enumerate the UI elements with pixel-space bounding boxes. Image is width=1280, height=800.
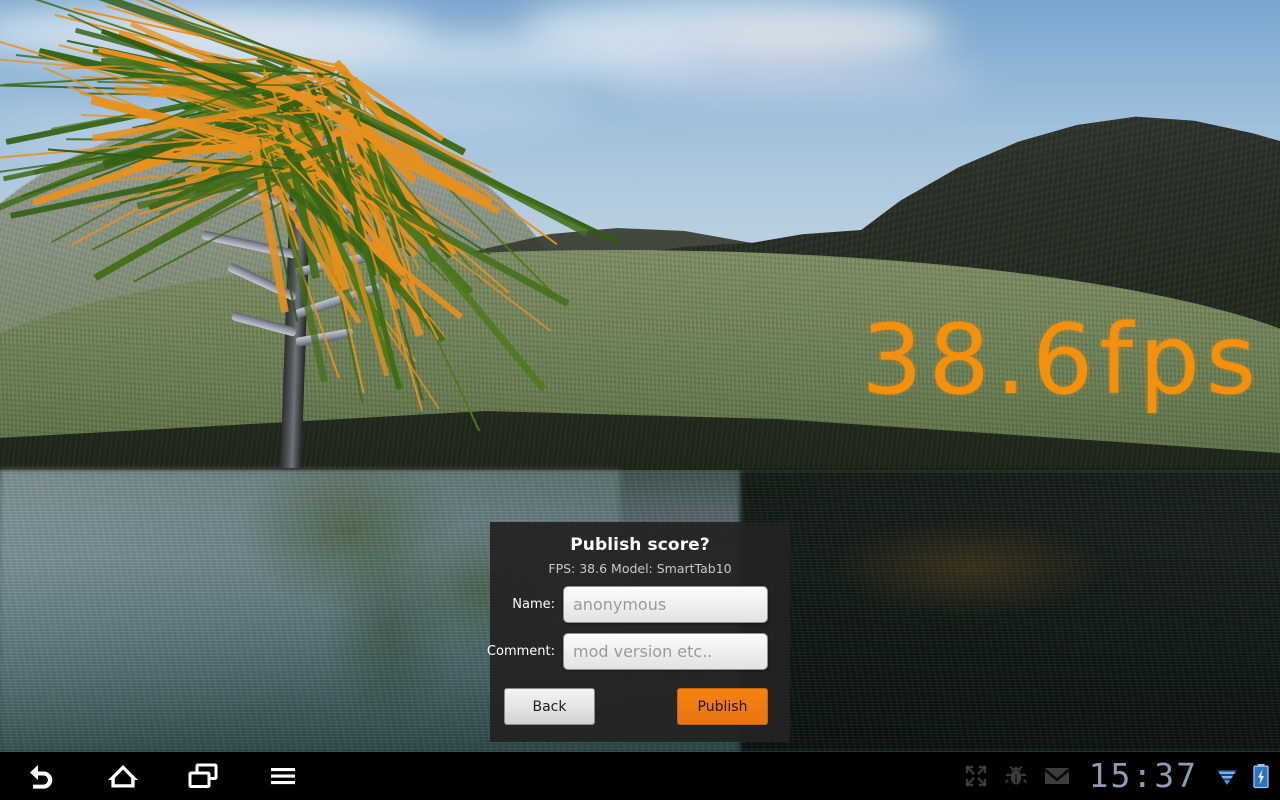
publish-button[interactable]: Publish bbox=[677, 688, 768, 725]
debug-icon[interactable] bbox=[1003, 763, 1029, 789]
system-navigation-bar: 15:37 bbox=[0, 752, 1280, 800]
dialog-subtitle: FPS: 38.6 Model: SmartTab10 bbox=[548, 561, 732, 576]
water-glint bbox=[760, 500, 1180, 670]
wifi-icon[interactable] bbox=[1216, 764, 1238, 788]
comment-input[interactable] bbox=[563, 633, 768, 670]
screen-root: 38.6fps Publish score? FPS: 38.6 Model: … bbox=[0, 0, 1280, 800]
back-button[interactable]: Back bbox=[504, 688, 595, 725]
comment-field-row: Comment: bbox=[486, 633, 790, 670]
publish-score-dialog: Publish score? FPS: 38.6 Model: SmartTab… bbox=[486, 522, 790, 742]
name-field-label: Name: bbox=[512, 597, 555, 612]
dialog-title: Publish score? bbox=[570, 535, 710, 555]
palm-tree-model bbox=[0, 0, 618, 478]
battery-charging-icon[interactable] bbox=[1252, 763, 1270, 789]
dialog-button-row: Back Publish bbox=[490, 670, 790, 725]
name-field-row: Name: bbox=[490, 586, 790, 623]
fullscreen-icon[interactable] bbox=[963, 763, 989, 789]
back-icon[interactable] bbox=[22, 755, 64, 797]
cloud bbox=[700, 24, 960, 54]
status-clock: 15:37 bbox=[1088, 755, 1198, 795]
cloud bbox=[600, 60, 980, 100]
nav-status-group: 15:37 bbox=[963, 759, 1280, 794]
name-input[interactable] bbox=[563, 586, 768, 623]
menu-icon[interactable] bbox=[262, 755, 304, 797]
home-icon[interactable] bbox=[102, 755, 144, 797]
gmail-icon[interactable] bbox=[1043, 764, 1071, 788]
comment-field-label: Comment: bbox=[486, 644, 555, 659]
nav-left-group bbox=[0, 755, 304, 797]
fps-overlay: 38.6fps bbox=[861, 304, 1262, 416]
recents-icon[interactable] bbox=[182, 755, 224, 797]
